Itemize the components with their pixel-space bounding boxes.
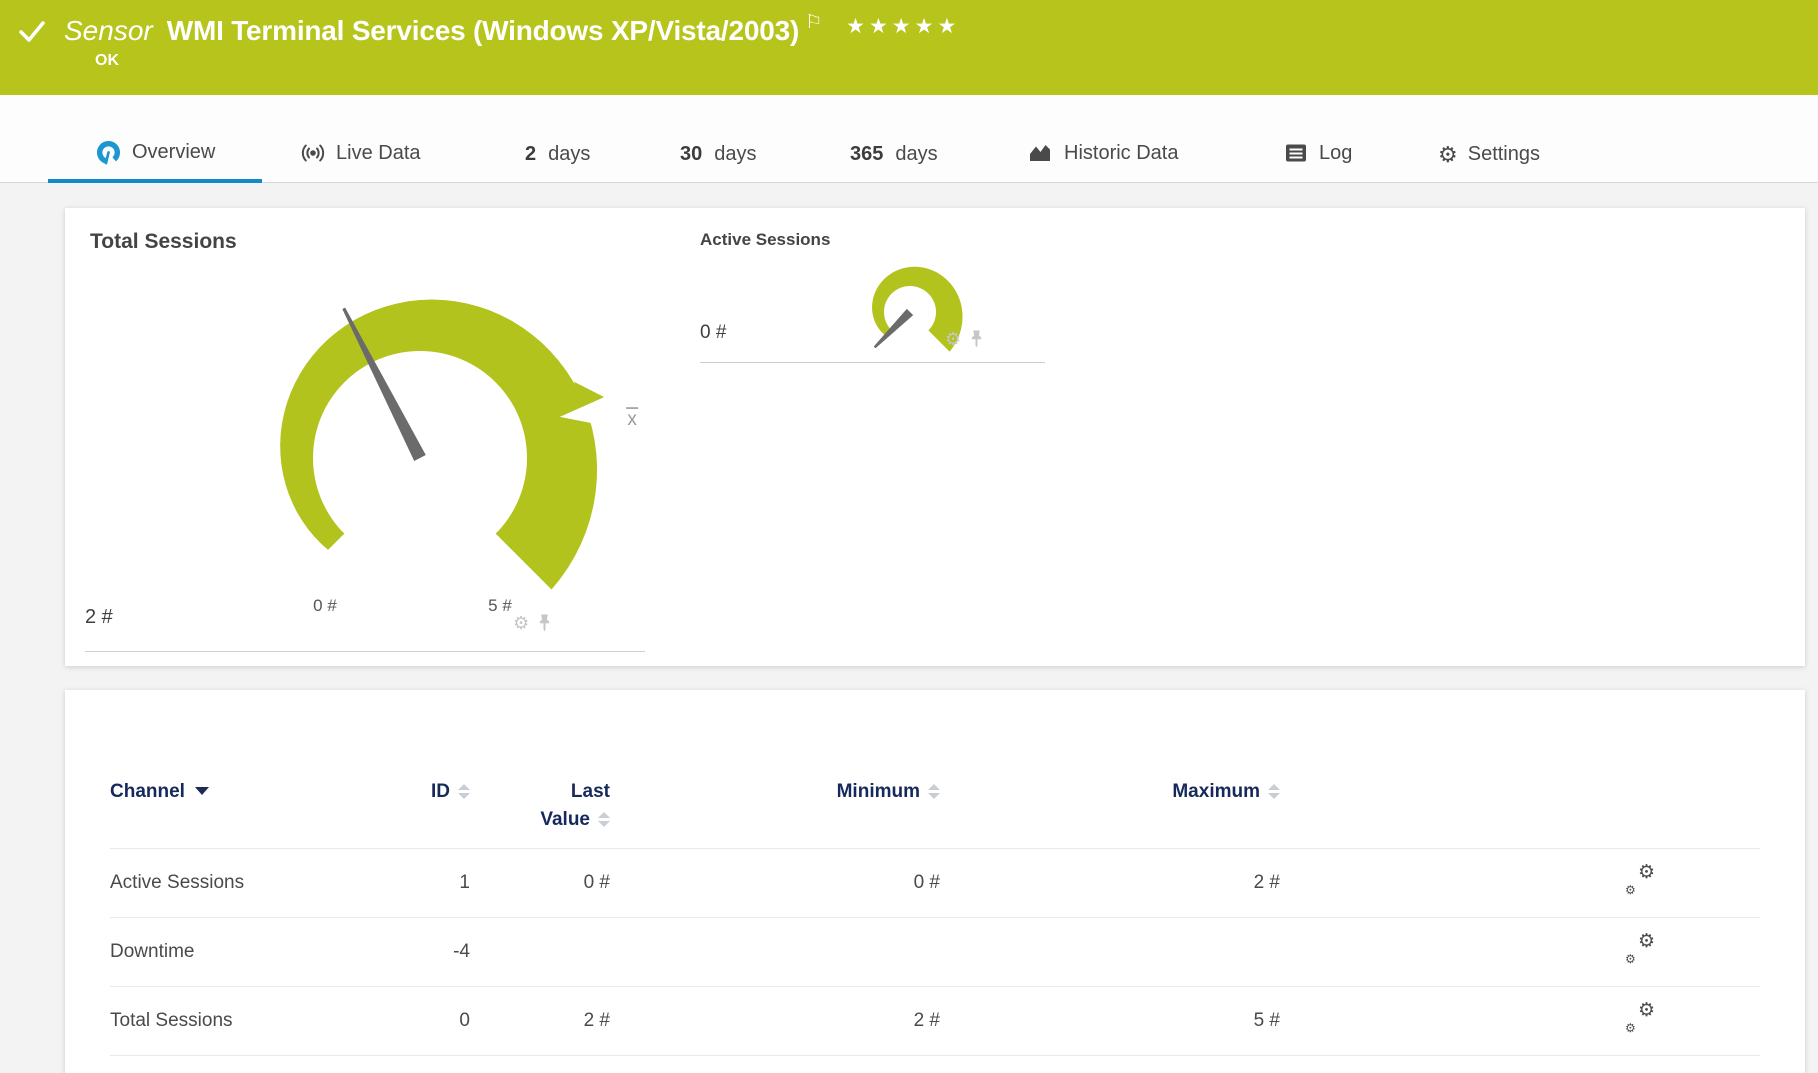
tab-bar: Overview Live Data 2 days 30 days 365 da… <box>0 95 1818 183</box>
tab-live-data[interactable]: Live Data <box>300 140 421 166</box>
sort-icon <box>1268 784 1280 799</box>
tab-overview[interactable]: Overview <box>95 139 215 166</box>
gauges-panel: Total Sessions x 2 # 0 # 5 # ⚙ Active Se… <box>65 208 1805 666</box>
sort-desc-icon <box>195 787 209 795</box>
active-sessions-gauge-block: Active Sessions 0 # ⚙ <box>700 230 1105 369</box>
cell-maximum: 5 # <box>940 1010 1280 1032</box>
status-badge: OK <box>95 52 119 70</box>
table-row[interactable]: Active Sessions 1 0 # 0 # 2 # ⚙⚙ <box>110 849 1760 918</box>
sort-icon <box>458 784 470 799</box>
column-header-id[interactable]: ID <box>390 781 470 803</box>
cell-minimum: 2 # <box>610 1010 940 1032</box>
gauge-settings-icon[interactable]: ⚙ <box>945 330 961 348</box>
gauge-min-label: 0 # <box>290 596 360 616</box>
svg-text:x: x <box>627 409 637 430</box>
table-row[interactable]: Total Sessions 0 2 # 2 # 5 # ⚙⚙ <box>110 987 1760 1056</box>
cell-id: 0 <box>390 1010 470 1032</box>
column-header-last-value[interactable]: Last Value <box>470 781 610 831</box>
column-header-channel[interactable]: Channel <box>110 781 390 803</box>
tab-log[interactable]: Log <box>1283 140 1352 166</box>
log-icon <box>1283 140 1309 166</box>
page-title: WMI Terminal Services (Windows XP/Vista/… <box>167 12 799 50</box>
tab-settings[interactable]: ⚙ Settings <box>1438 143 1540 166</box>
total-sessions-gauge: x <box>210 248 680 658</box>
sensor-header: Sensor WMI Terminal Services (Windows XP… <box>0 0 1818 95</box>
pin-icon[interactable] <box>538 614 551 632</box>
gauge-divider <box>700 362 1045 363</box>
tab-2-days[interactable]: 2 days <box>525 143 590 166</box>
gear-icon: ⚙ <box>1438 144 1458 166</box>
cell-channel: Total Sessions <box>110 1010 390 1032</box>
cell-channel: Downtime <box>110 941 390 963</box>
gauge-title-active-sessions: Active Sessions <box>700 230 830 250</box>
channel-settings-gears-icon[interactable]: ⚙⚙ <box>1625 1003 1655 1033</box>
gauge-current-value: 0 # <box>700 322 726 344</box>
table-header-row: Channel ID Last Value Minimum Maximum <box>110 765 1760 849</box>
cell-last-value: 2 # <box>470 1010 610 1032</box>
cell-minimum: 0 # <box>610 872 940 894</box>
table-row[interactable]: Downtime -4 ⚙⚙ <box>110 918 1760 987</box>
active-tab-indicator <box>48 179 262 183</box>
cell-maximum: 2 # <box>940 872 1280 894</box>
cell-id: -4 <box>390 941 470 963</box>
priority-stars[interactable]: ★★★★★ <box>846 14 960 39</box>
tab-historic-data[interactable]: Historic Data <box>1028 140 1178 166</box>
tab-365-days[interactable]: 365 days <box>850 143 938 166</box>
status-ok-check-icon <box>18 19 46 45</box>
live-data-icon <box>300 140 326 166</box>
gauge-settings-icon[interactable]: ⚙ <box>513 614 529 632</box>
active-sessions-gauge <box>820 238 1010 368</box>
tab-30-days[interactable]: 30 days <box>680 143 757 166</box>
sort-icon <box>928 784 940 799</box>
gauge-icon <box>95 139 122 166</box>
channels-panel: Channel ID Last Value Minimum Maximum Ac… <box>65 690 1805 1073</box>
column-header-minimum[interactable]: Minimum <box>610 781 940 803</box>
cell-channel: Active Sessions <box>110 872 390 894</box>
object-type-label: Sensor <box>64 12 153 50</box>
gauge-divider <box>85 651 645 652</box>
pin-icon[interactable] <box>970 330 983 348</box>
channel-settings-gears-icon[interactable]: ⚙⚙ <box>1625 865 1655 895</box>
area-chart-icon <box>1028 140 1054 166</box>
cell-id: 1 <box>390 872 470 894</box>
sort-icon <box>598 812 610 827</box>
column-header-maximum[interactable]: Maximum <box>940 781 1280 803</box>
cell-last-value: 0 # <box>470 872 610 894</box>
priority-flag-icon[interactable]: ⚐ <box>805 13 822 32</box>
channel-table: Channel ID Last Value Minimum Maximum Ac… <box>110 765 1760 1056</box>
channel-settings-gears-icon[interactable]: ⚙⚙ <box>1625 934 1655 964</box>
gauge-current-value: 2 # <box>85 606 113 629</box>
